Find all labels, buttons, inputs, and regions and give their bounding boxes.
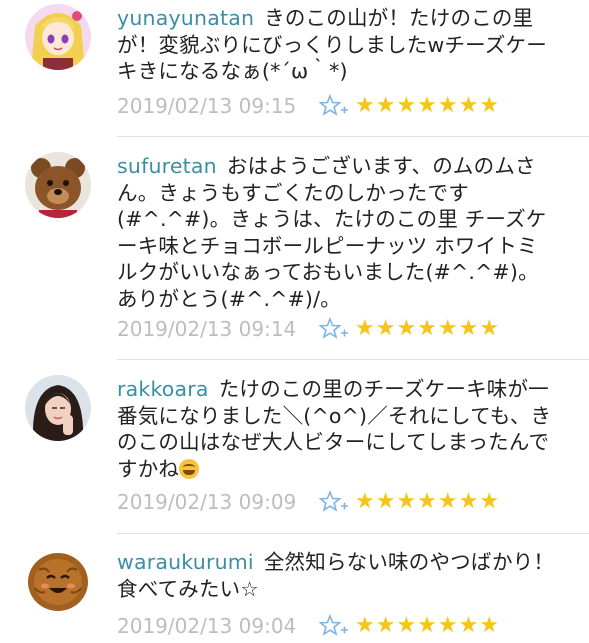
comment-body: waraukurumi 全然知らない味のやつばかり！食べてみたい☆ xyxy=(117,549,557,602)
username-link[interactable]: yunayunatan xyxy=(117,6,254,30)
comment-meta: 2019/02/13 09:14 ★★★★★★★ xyxy=(117,314,577,344)
comment-body: sufuretan おはようございます、のムのムさん。きょうもすごくたのしかったで… xyxy=(117,153,557,312)
star-rating[interactable]: ★★★★★★★ xyxy=(355,611,500,641)
user-avatar[interactable] xyxy=(25,375,91,441)
timestamp: 2019/02/13 09:04 xyxy=(117,614,297,638)
comment-meta: 2019/02/13 09:04 ★★★★★★★ xyxy=(117,611,577,641)
divider xyxy=(117,533,589,534)
star-rating[interactable]: ★★★★★★★ xyxy=(355,487,500,517)
user-avatar[interactable] xyxy=(25,152,91,218)
smiling-walnut-avatar-icon xyxy=(25,548,91,614)
comment-meta: 2019/02/13 09:15 ★★★★★★★ xyxy=(117,91,577,121)
add-star-icon[interactable] xyxy=(318,613,349,639)
anime-girl-avatar-icon xyxy=(25,4,91,70)
username-link[interactable]: rakkoara xyxy=(117,377,209,401)
user-avatar[interactable] xyxy=(25,4,91,70)
comment-body: rakkoara たけのこの里のチーズケーキ味が一番気になりました＼(^o^)／そ… xyxy=(117,376,557,482)
add-star-icon[interactable] xyxy=(318,316,349,342)
comment-meta: 2019/02/13 09:09 ★★★★★★★ xyxy=(117,487,577,517)
grinning-sweat-emoji-icon xyxy=(179,458,200,479)
divider xyxy=(117,136,589,137)
add-star-icon[interactable] xyxy=(318,489,349,515)
teddy-bear-avatar-icon xyxy=(25,152,91,218)
timestamp: 2019/02/13 09:15 xyxy=(117,94,297,118)
timestamp: 2019/02/13 09:09 xyxy=(117,490,297,514)
woman-photo-avatar-icon xyxy=(25,375,91,441)
divider xyxy=(117,359,589,360)
user-avatar[interactable] xyxy=(25,548,91,614)
username-link[interactable]: sufuretan xyxy=(117,154,217,178)
star-rating[interactable]: ★★★★★★★ xyxy=(355,91,500,121)
username-link[interactable]: waraukurumi xyxy=(117,550,254,574)
timestamp: 2019/02/13 09:14 xyxy=(117,317,297,341)
add-star-icon[interactable] xyxy=(318,93,349,119)
star-rating[interactable]: ★★★★★★★ xyxy=(355,314,500,344)
comment-body: yunayunatan きのこの山が！たけのこの里が！変貌ぶりにびっくりしましたw… xyxy=(117,5,557,85)
